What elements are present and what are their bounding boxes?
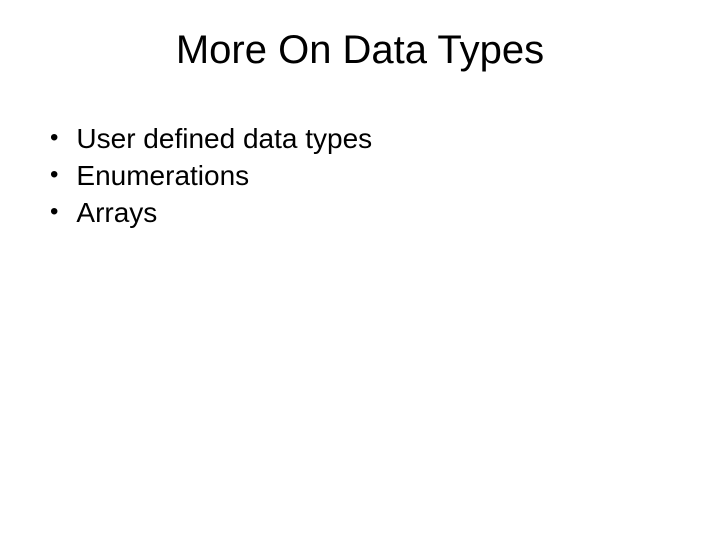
bullet-text: User defined data types	[76, 121, 372, 156]
slide-title: More On Data Types	[30, 28, 690, 73]
bullet-text: Enumerations	[76, 158, 249, 193]
bullet-text: Arrays	[76, 195, 157, 230]
slide-container: More On Data Types User defined data typ…	[0, 0, 720, 540]
list-item: Arrays	[50, 195, 690, 230]
list-item: Enumerations	[50, 158, 690, 193]
list-item: User defined data types	[50, 121, 690, 156]
bullet-list: User defined data types Enumerations Arr…	[30, 121, 690, 230]
